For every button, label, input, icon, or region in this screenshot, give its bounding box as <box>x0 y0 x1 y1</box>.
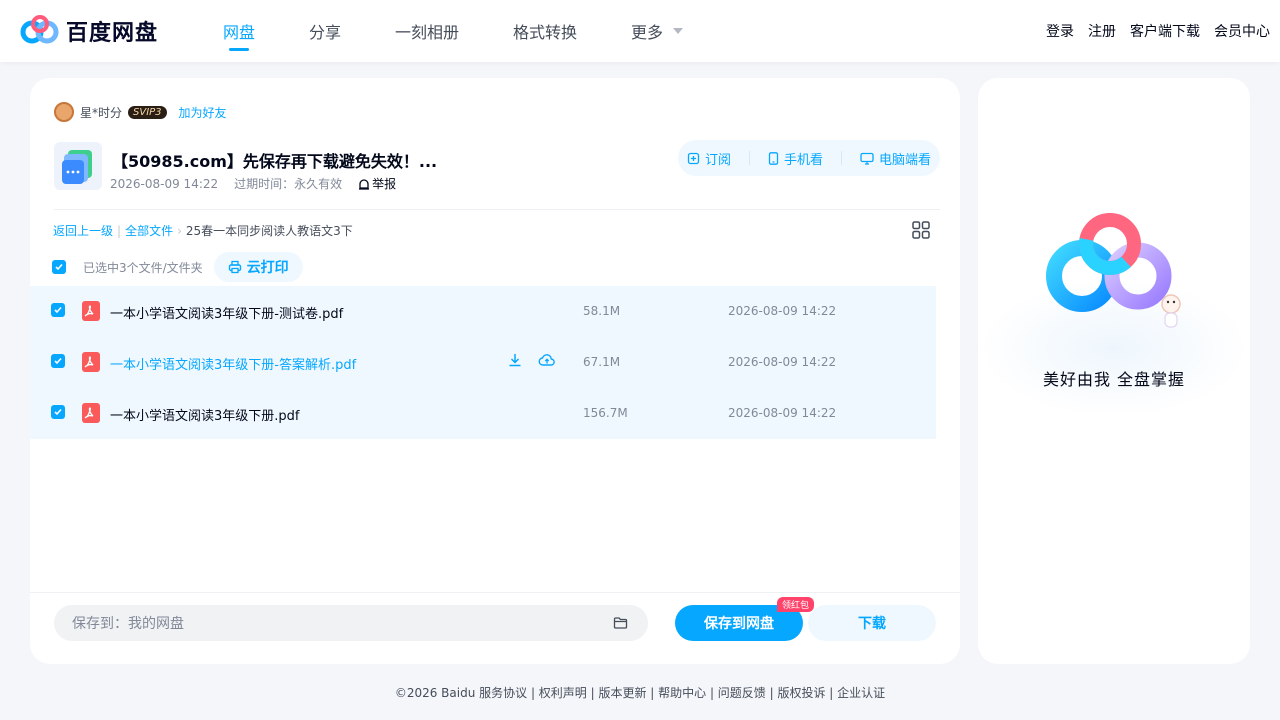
footer-links[interactable]: ©2026 Baidu 服务协议 | 权利声明 | 版本更新 | 帮助中心 | … <box>0 684 1280 701</box>
file-date: 2026-08-09 14:22 <box>728 406 837 420</box>
row-actions <box>506 351 556 369</box>
grid-view-icon[interactable] <box>912 221 930 239</box>
file-name[interactable]: 一本小学语文阅读3年级下册-测试卷.pdf <box>110 303 343 322</box>
avatar[interactable] <box>54 102 74 122</box>
file-row[interactable]: 一本小学语文阅读3年级下册-测试卷.pdf 58.1M 2026-08-09 1… <box>30 286 936 337</box>
share-title: 【50985.com】先保存再下载避免失效！... <box>112 152 438 171</box>
pdf-file-icon <box>82 301 100 321</box>
file-date: 2026-08-09 14:22 <box>728 355 837 369</box>
selection-bar: 已选中3个文件/文件夹 云打印 <box>52 252 303 282</box>
pdf-file-icon <box>82 403 100 423</box>
sharer-name: 星*时分 <box>80 105 123 120</box>
share-meta: 2026-08-09 14:22 过期时间：永久有效 举报 <box>110 175 396 192</box>
pdf-file-icon <box>82 352 100 372</box>
nav-share[interactable]: 分享 <box>309 19 341 43</box>
file-checkbox[interactable] <box>51 354 65 368</box>
file-row[interactable]: 一本小学语文阅读3年级下册-答案解析.pdf 67.1M 2026-08-09 … <box>30 337 936 388</box>
save-path-selector[interactable]: 保存到：我的网盘 <box>54 605 648 641</box>
member-center-link[interactable]: 会员中心 <box>1214 21 1270 41</box>
nav-moments-album[interactable]: 一刻相册 <box>395 19 459 43</box>
nav-netdisk[interactable]: 网盘 <box>223 19 255 43</box>
sharer-info: 星*时分 SVIP3 加为好友 <box>54 102 227 122</box>
header-divider <box>54 209 940 210</box>
breadcrumb-separator: | <box>117 223 122 238</box>
file-name[interactable]: 一本小学语文阅读3年级下册.pdf <box>110 405 299 424</box>
subscribe-button[interactable]: 订阅 <box>687 149 731 168</box>
client-download-link[interactable]: 客户端下载 <box>1130 21 1200 41</box>
account-links: 登录 注册 客户端下载 会员中心 <box>1046 21 1270 41</box>
check-icon <box>54 408 62 416</box>
netdisk-logo-icon <box>20 15 59 44</box>
select-all-checkbox[interactable] <box>52 260 66 274</box>
chevron-right-icon: › <box>177 223 182 238</box>
check-icon <box>55 263 63 271</box>
login-link[interactable]: 登录 <box>1046 21 1074 41</box>
cloud-save-icon[interactable] <box>538 351 556 369</box>
chevron-down-icon[interactable] <box>673 28 683 34</box>
expire-info: 过期时间：永久有效 <box>234 177 343 191</box>
report-button[interactable]: 举报 <box>358 175 396 192</box>
check-icon <box>54 357 62 365</box>
folder-icon[interactable] <box>613 616 628 630</box>
selection-count: 已选中3个文件/文件夹 <box>83 260 203 275</box>
nav-more[interactable]: 更多 <box>631 19 663 43</box>
view-actions: 订阅 手机看 电脑端看 <box>678 140 940 176</box>
share-date: 2026-08-09 14:22 <box>110 176 219 191</box>
file-name[interactable]: 一本小学语文阅读3年级下册-答案解析.pdf <box>110 354 356 373</box>
red-packet-badge: 领红包 <box>777 597 815 612</box>
divider <box>840 151 842 165</box>
file-size: 67.1M <box>583 355 621 369</box>
file-list: 一本小学语文阅读3年级下册-测试卷.pdf 58.1M 2026-08-09 1… <box>30 286 936 439</box>
breadcrumb-all-files[interactable]: 全部文件 <box>125 222 173 239</box>
breadcrumb-current: 25春一本同步阅读人教语文3下 <box>185 224 353 238</box>
file-size: 156.7M <box>583 406 628 420</box>
save-bar: 保存到：我的网盘 保存到网盘 领红包 下载 <box>30 592 960 664</box>
file-checkbox[interactable] <box>51 405 65 419</box>
breadcrumb-back[interactable]: 返回上一级 <box>53 222 113 239</box>
share-folder-icon <box>54 142 102 190</box>
monitor-icon <box>860 152 874 165</box>
share-card: 星*时分 SVIP3 加为好友 【50985.com】先保存再下载避免失效！..… <box>30 78 960 664</box>
mobile-view-button[interactable]: 手机看 <box>768 149 823 168</box>
breadcrumb: 返回上一级 | 全部文件 › 25春一本同步阅读人教语文3下 <box>53 222 353 239</box>
subscribe-icon <box>687 152 700 164</box>
cloud-print-button[interactable]: 云打印 <box>213 252 303 282</box>
desktop-view-button[interactable]: 电脑端看 <box>860 149 931 168</box>
vip-badge: SVIP3 <box>128 105 167 119</box>
file-checkbox[interactable] <box>51 303 65 317</box>
printer-icon <box>228 260 241 274</box>
file-size: 58.1M <box>583 304 621 318</box>
baidu-netdisk-logo[interactable]: 百度网盘 <box>20 14 158 48</box>
file-date: 2026-08-09 14:22 <box>728 304 837 318</box>
download-icon[interactable] <box>506 351 524 369</box>
file-row[interactable]: 一本小学语文阅读3年级下册.pdf 156.7M 2026-08-09 14:2… <box>30 388 936 439</box>
check-icon <box>54 306 62 314</box>
phone-icon <box>768 151 779 165</box>
nav-active-indicator <box>229 48 249 51</box>
register-link[interactable]: 注册 <box>1088 21 1116 41</box>
save-path-text: 保存到：我的网盘 <box>72 616 184 632</box>
divider <box>748 151 750 165</box>
nav-format-convert[interactable]: 格式转换 <box>513 19 577 43</box>
top-header: 百度网盘 网盘 分享 一刻相册 格式转换 更多 登录 注册 客户端下载 会员中心 <box>0 0 1280 62</box>
promo-panel: 美好由我 全盘掌握 <box>978 78 1250 664</box>
download-button[interactable]: 下载 <box>808 605 936 641</box>
promo-slogan: 美好由我 全盘掌握 <box>1042 370 1186 389</box>
logo-text: 百度网盘 <box>66 21 159 46</box>
netdisk-mascot-logo-icon <box>1046 213 1181 328</box>
add-friend-link[interactable]: 加为好友 <box>179 104 227 121</box>
report-icon <box>359 178 370 190</box>
